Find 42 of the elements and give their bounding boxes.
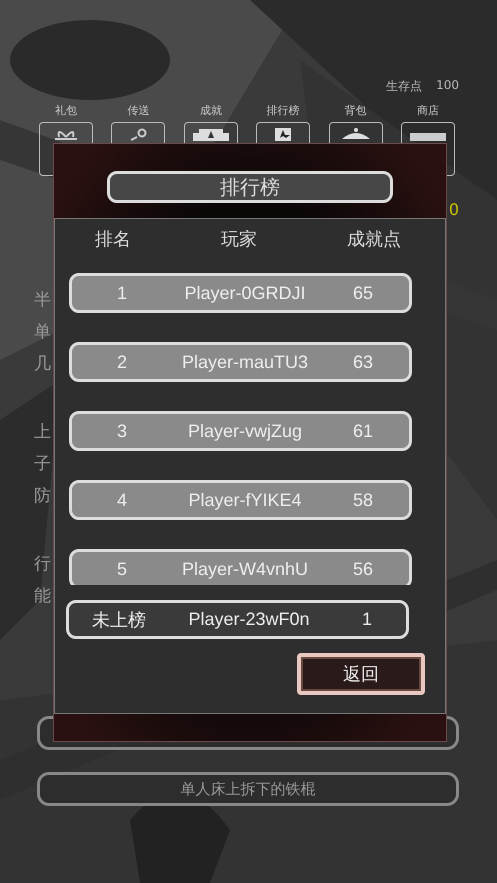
story-text: 半	[34, 289, 51, 312]
rank-text: 2	[116, 352, 128, 372]
menu-label: 背包	[344, 103, 367, 118]
player-name: Player-fYIKE4	[187, 490, 303, 510]
rank-text: 5	[116, 558, 128, 580]
player-name: Player-W4vnhU	[180, 558, 310, 580]
story-text: 能	[34, 585, 51, 608]
back-button[interactable]: 返回	[297, 653, 425, 695]
points-text: 1	[360, 609, 373, 630]
menu-label: 礼包	[55, 103, 77, 118]
column-header: 排名	[95, 228, 131, 252]
rank-text: 4	[116, 490, 128, 510]
item-button[interactable]: 单人床上拆下的铁棍	[37, 772, 459, 806]
menu-label: 成就	[200, 103, 222, 118]
survival-value: 100	[436, 78, 459, 94]
dialog-title: 排行榜	[107, 171, 393, 203]
rank-text: 1	[116, 282, 128, 304]
points-text: 56	[352, 558, 374, 580]
survival-label: 生存点	[386, 78, 422, 95]
menu-label: 排行榜	[266, 103, 300, 118]
story-text: 上	[34, 421, 51, 444]
story-text: 行	[34, 553, 51, 576]
stat-value: 0	[448, 200, 459, 221]
story-text: 几	[34, 353, 51, 376]
story-text: 单	[34, 321, 51, 344]
story-text: 子	[34, 453, 51, 476]
points-text: 65	[352, 282, 374, 304]
points-text: 58	[352, 490, 374, 510]
column-header: 玩家	[221, 228, 257, 252]
player-name: Player-mauTU3	[180, 352, 310, 372]
player-name: Player-23wF0n	[187, 609, 311, 630]
menu-label: 商店	[416, 103, 439, 118]
column-header: 成就点	[347, 228, 401, 252]
points-text: 61	[352, 420, 374, 442]
story-text: 防	[34, 485, 51, 508]
points-text: 63	[352, 352, 374, 372]
banner-icon	[190, 127, 231, 141]
rank-text: 3	[116, 420, 128, 442]
rank-text: 未上榜	[91, 608, 147, 632]
menu-label: 传送	[127, 103, 150, 118]
player-name: Player-vwjZug	[186, 420, 304, 442]
player-name: Player-0GRDJI	[183, 282, 307, 304]
